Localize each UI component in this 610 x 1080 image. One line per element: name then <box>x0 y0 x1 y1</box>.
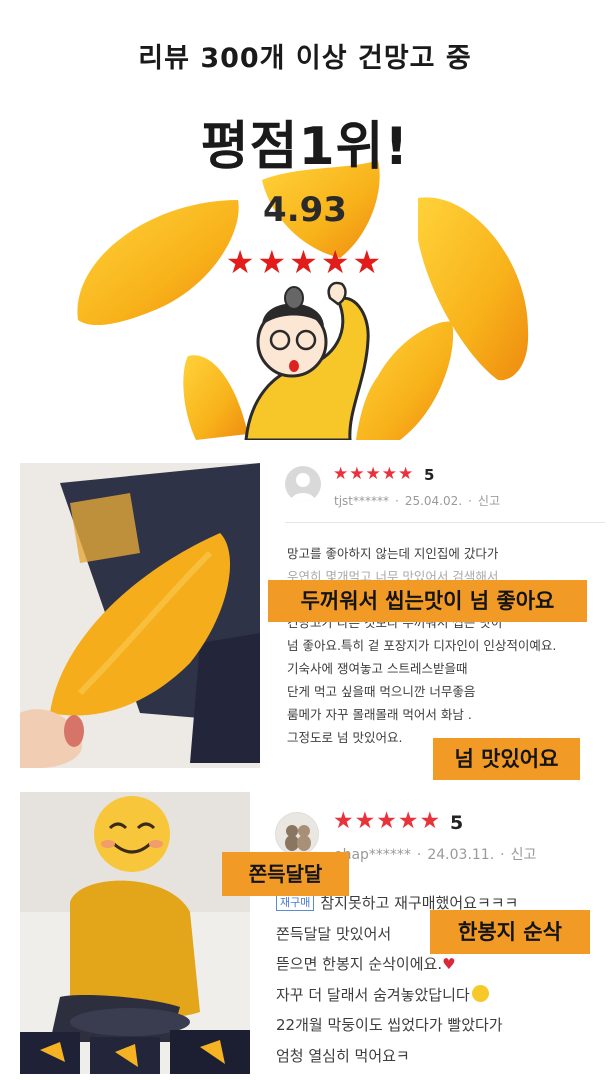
review-meta: tjst****** · 25.04.02. · 신고 <box>334 494 501 508</box>
divider <box>285 522 605 523</box>
review-line: 22개월 막둥이도 씹었다가 빨았다가 <box>276 1016 503 1034</box>
hero-star-rating: ★★★★★ <box>225 243 385 281</box>
highlight-callout: 넘 맛있어요 <box>433 738 580 780</box>
hero-banner: 리뷰 300개 이상 건망고 중 평점1위! 4.93 ★★★★★ <box>0 0 610 440</box>
review-line: 망고를 좋아하지 않는데 지인집에 갔다가 <box>287 546 499 561</box>
highlight-callout: 두꺼워서 씹는맛이 넘 좋아요 <box>268 580 587 622</box>
repurchase-badge: 재구매 <box>276 895 315 911</box>
reviewer-avatar[interactable] <box>275 812 319 856</box>
review-meta: ohap****** · 24.03.11. · 신고 <box>334 847 537 863</box>
review-line: 단게 먹고 싶을때 먹으니깐 너무좋음 <box>287 684 476 699</box>
highlight-callout: 쫀득달달 <box>222 852 349 896</box>
review-line: 뜯으면 한봉지 순삭이에요. <box>276 955 443 973</box>
review-photo-mango-slice <box>20 463 260 768</box>
review-line: 넘 좋아요.특히 겉 포장지가 디자인이 인상적이예요. <box>287 638 557 653</box>
review-star-rating: ★★★★★ <box>333 808 442 834</box>
report-link[interactable]: 신고 <box>511 847 537 863</box>
heart-icon: ♥ <box>442 955 456 973</box>
review-score: 5 <box>450 812 464 834</box>
review-date: 24.03.11. <box>427 847 495 863</box>
reviewer-avatar[interactable] <box>285 466 321 502</box>
reviewer-username: tjst****** <box>334 494 389 508</box>
review-score: 5 <box>424 466 435 484</box>
laughing-emoji-icon <box>471 984 489 1002</box>
review-line: 룸메가 자꾸 몰래몰래 먹어서 화남 . <box>287 707 472 722</box>
highlight-callout: 한봉지 순삭 <box>430 910 590 954</box>
average-rating: 4.93 <box>263 190 347 230</box>
review-photo-toddler <box>20 792 250 1074</box>
review-date: 25.04.02. <box>404 494 463 508</box>
review-star-rating: ★★★★★ <box>333 464 415 484</box>
headline-review-count: 리뷰 300개 이상 건망고 중 <box>138 43 472 74</box>
review-body: 망고를 좋아하지 않는데 지인집에 갔다가 우연히 몇개먹고 너무 맛있어서 검… <box>287 542 556 749</box>
headline-rank: 평점1위! <box>200 117 410 177</box>
review-line: 엄청 열심히 먹어요ㅋ <box>276 1046 410 1065</box>
review-line: 기숙사에 쟁여놓고 스트레스받을때 <box>287 661 468 676</box>
review-line: 자꾸 더 달래서 숨겨놓았답니다 <box>276 985 470 1004</box>
report-link[interactable]: 신고 <box>478 494 500 508</box>
